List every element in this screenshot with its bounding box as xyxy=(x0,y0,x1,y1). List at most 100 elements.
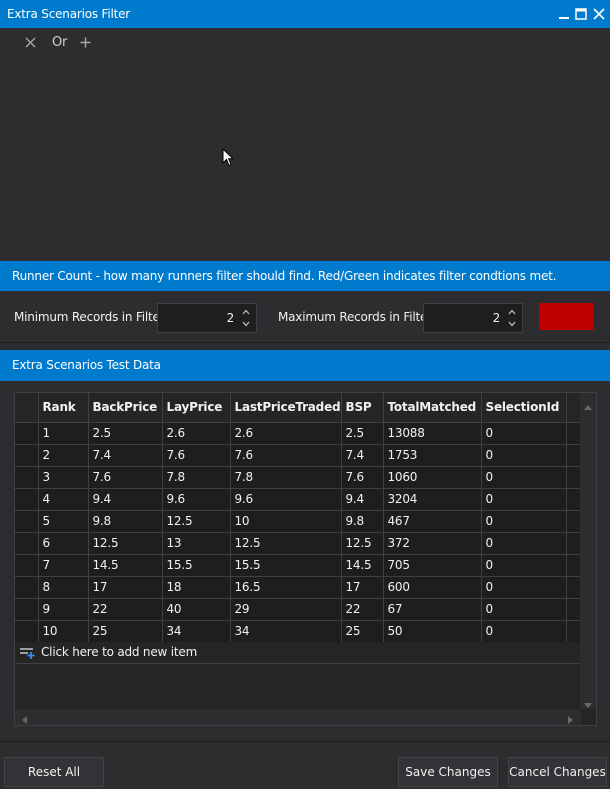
table-cell[interactable]: 9.6 xyxy=(230,488,342,511)
table-cell[interactable]: 600 xyxy=(383,576,482,599)
table-cell[interactable]: 7 xyxy=(38,554,89,577)
table-cell[interactable]: 1060 xyxy=(383,466,482,489)
row-selector[interactable] xyxy=(15,598,39,621)
table-cell[interactable]: 5 xyxy=(38,510,89,533)
table-cell[interactable]: 16.5 xyxy=(230,576,342,599)
table-cell[interactable]: 2.5 xyxy=(341,422,384,445)
table-cell[interactable]: 4 xyxy=(38,488,89,511)
table-cell[interactable]: 705 xyxy=(383,554,482,577)
table-row[interactable]: 6 12.5 13 12.5 12.5 372 0 xyxy=(15,532,582,555)
table-cell[interactable]: 15.5 xyxy=(162,554,231,577)
table-row[interactable]: 10 25 34 34 25 50 0 xyxy=(15,620,582,643)
table-cell[interactable]: 1 xyxy=(38,422,89,445)
table-row[interactable]: 4 9.4 9.6 9.6 9.4 3204 0 xyxy=(15,488,582,511)
column-header-lastpricetraded[interactable]: LastPriceTraded xyxy=(230,393,342,423)
test-data-grid[interactable]: Rank BackPrice LayPrice LastPriceTraded … xyxy=(14,392,597,726)
table-cell[interactable]: 9.6 xyxy=(162,488,231,511)
cancel-changes-button[interactable]: Cancel Changes xyxy=(508,757,607,787)
filter-editor[interactable]: Or xyxy=(0,28,610,258)
table-row[interactable]: 2 7.4 7.6 7.6 7.4 1753 0 xyxy=(15,444,582,467)
table-cell[interactable]: 7.6 xyxy=(88,466,163,489)
table-row[interactable]: 5 9.8 12.5 10 9.8 467 0 xyxy=(15,510,582,533)
reset-all-button[interactable]: Reset All xyxy=(4,757,104,787)
scroll-up-icon[interactable] xyxy=(584,399,592,413)
table-cell[interactable]: 3 xyxy=(38,466,89,489)
vertical-scrollbar[interactable] xyxy=(580,393,596,709)
table-cell[interactable]: 34 xyxy=(162,620,231,643)
close-icon[interactable] xyxy=(590,4,608,24)
table-cell[interactable]: 0 xyxy=(481,422,567,445)
table-cell[interactable]: 0 xyxy=(481,554,567,577)
table-cell[interactable]: 10 xyxy=(38,620,89,643)
table-cell[interactable]: 0 xyxy=(481,488,567,511)
column-header-rank[interactable]: Rank xyxy=(38,393,89,423)
table-cell[interactable]: 15.5 xyxy=(230,554,342,577)
add-new-item-row[interactable]: Click here to add new item xyxy=(15,642,581,664)
row-selector[interactable] xyxy=(15,422,39,445)
max-increment-icon[interactable] xyxy=(506,306,518,318)
table-cell[interactable]: 2.6 xyxy=(162,422,231,445)
table-cell[interactable]: 14.5 xyxy=(88,554,163,577)
minimize-icon[interactable] xyxy=(555,4,573,24)
column-header-backprice[interactable]: BackPrice xyxy=(88,393,163,423)
column-header-bsp[interactable]: BSP xyxy=(341,393,384,423)
table-cell[interactable]: 25 xyxy=(88,620,163,643)
row-selector[interactable] xyxy=(15,620,39,643)
max-decrement-icon[interactable] xyxy=(506,318,518,330)
table-cell[interactable]: 25 xyxy=(341,620,384,643)
table-cell[interactable]: 34 xyxy=(230,620,342,643)
table-cell[interactable]: 467 xyxy=(383,510,482,533)
table-cell[interactable]: 9.8 xyxy=(341,510,384,533)
operator-or-button[interactable]: Or xyxy=(52,35,67,50)
scroll-down-icon[interactable] xyxy=(584,698,592,712)
table-cell[interactable]: 22 xyxy=(88,598,163,621)
column-header-layprice[interactable]: LayPrice xyxy=(162,393,231,423)
table-cell[interactable]: 7.8 xyxy=(162,466,231,489)
row-selector[interactable] xyxy=(15,532,39,555)
table-cell[interactable]: 7.8 xyxy=(230,466,342,489)
row-selector[interactable] xyxy=(15,444,39,467)
table-cell[interactable]: 0 xyxy=(481,532,567,555)
table-cell[interactable]: 67 xyxy=(383,598,482,621)
min-decrement-icon[interactable] xyxy=(240,318,252,330)
table-row[interactable]: 9 22 40 29 22 67 0 xyxy=(15,598,582,621)
min-increment-icon[interactable] xyxy=(240,306,252,318)
table-cell[interactable]: 9.8 xyxy=(88,510,163,533)
column-header-totalmatched[interactable]: TotalMatched xyxy=(383,393,482,423)
table-cell[interactable]: 2.6 xyxy=(230,422,342,445)
row-selector[interactable] xyxy=(15,488,39,511)
table-cell[interactable]: 13 xyxy=(162,532,231,555)
table-cell[interactable]: 2.5 xyxy=(88,422,163,445)
row-selector[interactable] xyxy=(15,466,39,489)
add-condition-icon[interactable] xyxy=(80,37,91,52)
row-selector[interactable] xyxy=(15,576,39,599)
table-cell[interactable]: 50 xyxy=(383,620,482,643)
max-records-spinner[interactable]: 2 xyxy=(423,303,523,333)
table-cell[interactable]: 2 xyxy=(38,444,89,467)
table-cell[interactable]: 0 xyxy=(481,444,567,467)
min-records-spinner[interactable]: 2 xyxy=(157,303,257,333)
table-cell[interactable]: 9 xyxy=(38,598,89,621)
scroll-left-icon[interactable] xyxy=(21,713,27,725)
table-cell[interactable]: 0 xyxy=(481,598,567,621)
scroll-right-icon[interactable] xyxy=(568,713,574,725)
table-cell[interactable]: 7.6 xyxy=(230,444,342,467)
table-row[interactable]: 7 14.5 15.5 15.5 14.5 705 0 xyxy=(15,554,582,577)
table-cell[interactable]: 0 xyxy=(481,510,567,533)
table-cell[interactable]: 0 xyxy=(481,466,567,489)
table-cell[interactable]: 3204 xyxy=(383,488,482,511)
maximize-icon[interactable] xyxy=(572,4,590,24)
table-row[interactable]: 3 7.6 7.8 7.8 7.6 1060 0 xyxy=(15,466,582,489)
row-selector[interactable] xyxy=(15,510,39,533)
table-cell[interactable]: 18 xyxy=(162,576,231,599)
table-cell[interactable]: 8 xyxy=(38,576,89,599)
table-cell[interactable]: 14.5 xyxy=(341,554,384,577)
table-cell[interactable]: 7.4 xyxy=(341,444,384,467)
table-cell[interactable]: 12.5 xyxy=(230,532,342,555)
table-cell[interactable]: 7.4 xyxy=(88,444,163,467)
row-selector-header[interactable] xyxy=(15,393,39,423)
table-cell[interactable]: 7.6 xyxy=(162,444,231,467)
horizontal-scrollbar[interactable] xyxy=(15,709,581,725)
remove-condition-icon[interactable] xyxy=(25,37,36,52)
table-cell[interactable]: 1753 xyxy=(383,444,482,467)
